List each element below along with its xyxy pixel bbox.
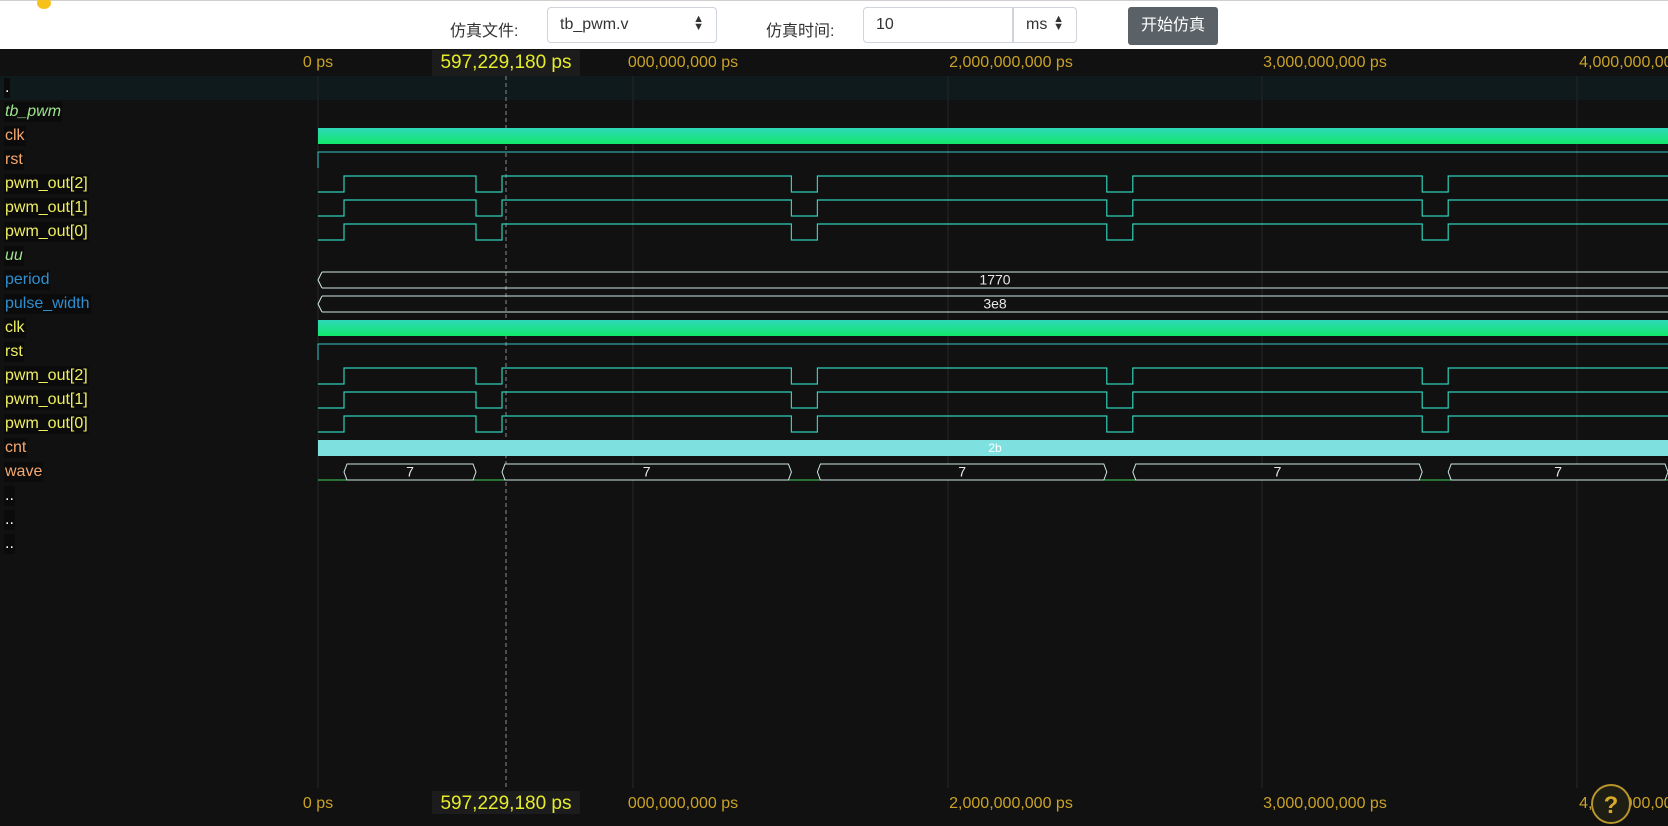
time-unit-value: ms bbox=[1026, 16, 1048, 33]
signal-label[interactable]: .. bbox=[4, 510, 15, 530]
rst-waveform bbox=[317, 151, 1668, 168]
time-unit-select[interactable]: ms ▲ ▼ bbox=[1013, 7, 1077, 43]
sim-file-value: tb_pwm.v bbox=[560, 16, 629, 33]
select-arrows-icon: ▲ ▼ bbox=[1053, 13, 1064, 33]
signal-label[interactable]: pwm_out[1] bbox=[4, 198, 89, 218]
signal-label[interactable]: rst bbox=[4, 342, 24, 362]
wave-value: 7 bbox=[958, 464, 966, 480]
waveform-viewer[interactable]: 0 ps 0 ps 000,000,000 ps 000,000,000 ps 2,00… bbox=[0, 48, 1668, 824]
rst-waveform bbox=[317, 343, 1668, 360]
time-tick-label: 3,000,000,000 ps bbox=[1263, 795, 1387, 812]
wave-value: 7 bbox=[643, 464, 651, 480]
signal-label[interactable]: rst bbox=[4, 150, 24, 170]
signal-label[interactable]: .. bbox=[4, 486, 15, 506]
wave-value: 7 bbox=[406, 464, 414, 480]
select-arrows-icon: ▲ ▼ bbox=[693, 13, 704, 33]
pwm-waveform bbox=[318, 175, 1668, 193]
signal-label[interactable]: pwm_out[0] bbox=[4, 414, 89, 434]
pwm-waveform bbox=[318, 367, 1668, 385]
signal-label[interactable]: clk bbox=[4, 318, 26, 338]
clk-waveform bbox=[318, 320, 1668, 336]
signal-label[interactable]: pwm_out[1] bbox=[4, 390, 89, 410]
signal-label[interactable]: clk bbox=[4, 126, 26, 146]
sim-time-value: 10 bbox=[876, 16, 894, 33]
cursor-time-label: 597,229,180 ps bbox=[440, 52, 571, 73]
signal-label[interactable]: pulse_width bbox=[4, 294, 91, 314]
time-tick-label: 2,000,000,000 ps bbox=[949, 54, 1073, 71]
sim-time-input[interactable]: 10 bbox=[863, 7, 1013, 43]
time-tick-label: 3,000,000,000 ps bbox=[1263, 54, 1387, 71]
signal-label[interactable]: wave bbox=[4, 462, 44, 482]
signal-label[interactable]: pwm_out[2] bbox=[4, 174, 89, 194]
sim-file-select[interactable]: tb_pwm.v ▲ ▼ bbox=[547, 7, 717, 43]
wave-value: 7 bbox=[1274, 464, 1282, 480]
clk-waveform bbox=[318, 128, 1668, 144]
pwm-waveform bbox=[318, 199, 1668, 217]
toolbar: 仿真文件: tb_pwm.v ▲ ▼ 仿真时间: 10 ms ▲ ▼ 开始仿真 bbox=[0, 0, 1668, 49]
sim-time-label: 仿真时间: bbox=[766, 23, 835, 40]
signal-label[interactable]: tb_pwm bbox=[4, 102, 63, 122]
time-tick-label: 4,000,000,000 ps bbox=[1579, 54, 1668, 71]
signal-label[interactable]: pwm_out[2] bbox=[4, 366, 89, 386]
cnt-value: 2b bbox=[988, 441, 1002, 455]
bus-value: 1770 bbox=[979, 272, 1010, 288]
time-tick-label: 000,000,000 ps bbox=[628, 54, 738, 71]
sim-file-label: 仿真文件: bbox=[450, 23, 519, 40]
time-tick-label: 000,000,000 ps bbox=[628, 795, 738, 812]
signal-label[interactable]: period bbox=[4, 270, 51, 290]
signal-label[interactable]: cnt bbox=[4, 438, 28, 458]
pwm-waveform bbox=[318, 223, 1668, 241]
signal-label[interactable]: uu bbox=[4, 246, 24, 266]
pwm-waveform bbox=[318, 415, 1668, 433]
signal-label[interactable]: pwm_out[0] bbox=[4, 222, 89, 242]
bus-value: 3e8 bbox=[983, 296, 1007, 312]
start-simulation-button[interactable]: 开始仿真 bbox=[1128, 7, 1218, 45]
signal-list: . tb_pwmclk rst pwm_out[2] pwm_out[1] pwm_out… bbox=[0, 48, 316, 814]
cursor-time-label: 597,229,180 ps bbox=[440, 793, 571, 814]
signal-label[interactable]: . bbox=[4, 78, 11, 98]
help-icon[interactable]: ? bbox=[1591, 784, 1631, 824]
pwm-waveform bbox=[318, 391, 1668, 409]
time-tick-label: 2,000,000,000 ps bbox=[949, 795, 1073, 812]
signal-label[interactable]: .. bbox=[4, 534, 15, 554]
status-dot bbox=[37, 0, 51, 9]
wave-value: 7 bbox=[1554, 464, 1562, 480]
